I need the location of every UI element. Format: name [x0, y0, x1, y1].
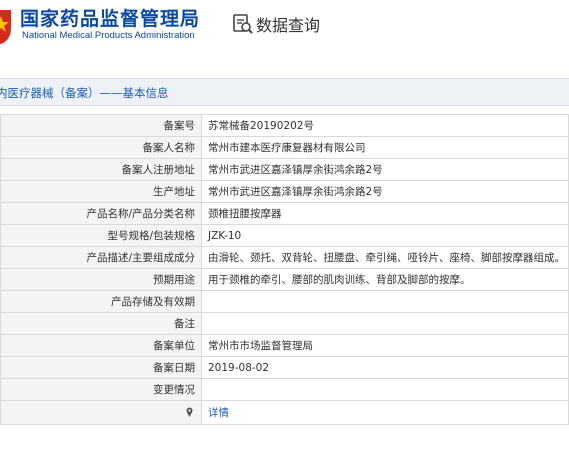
field-value: 详情 [201, 400, 569, 425]
table-row: 备注 [0, 312, 569, 335]
field-label: 产品描述/主要组成成分 [0, 246, 202, 269]
field-value [201, 312, 569, 335]
agency-name-en[interactable]: National Medical Products Administration [22, 30, 195, 41]
record-detail-table: 备案号 苏常械备20190202号 备案人名称 常州市建本医疗康复器材有限公司 … [0, 114, 569, 425]
table-row: 产品名称/产品分类名称 颈椎扭腰按摩器 [0, 202, 569, 225]
national-emblem-icon [0, 10, 11, 44]
field-label: 型号规格/包装规格 [0, 224, 202, 247]
field-value: 常州市市场监督管理局 [201, 334, 569, 357]
field-label: 备案人注册地址 [0, 158, 202, 181]
field-value: 用于颈椎的牵引、腰部的肌肉训练、背部及脚部的按摩。 [201, 268, 569, 291]
field-value: 常州市建本医疗康复器材有限公司 [201, 136, 569, 159]
field-value [201, 290, 569, 313]
field-value: 2019-08-02 [201, 356, 569, 379]
field-label: 备注 [0, 312, 202, 335]
field-label: 生产地址 [0, 180, 202, 203]
table-row: 备案人名称 常州市建本医疗康复器材有限公司 [0, 136, 569, 159]
field-label [0, 400, 202, 425]
section-header: 内医疗器械（备案）——基本信息 [0, 78, 569, 106]
location-pin-icon [186, 407, 193, 417]
table-row: 产品描述/主要组成成分 由滑轮、颈托、双背轮、扭腰盘、牵引绳、哑铃片、座椅、脚部… [0, 246, 569, 269]
field-label: 备案日期 [0, 356, 202, 379]
data-query-title[interactable]: 数据查询 [256, 12, 320, 36]
field-label: 备案单位 [0, 334, 202, 357]
field-value: 常州市武进区嘉泽镇厚余街鸿余路2号 [201, 180, 569, 203]
section-title: 内医疗器械（备案）——基本信息 [0, 86, 169, 100]
table-row: 备案单位 常州市市场监督管理局 [0, 334, 569, 357]
table-row: 生产地址 常州市武进区嘉泽镇厚余街鸿余路2号 [0, 180, 569, 203]
table-row: 备案日期 2019-08-02 [0, 356, 569, 379]
document-search-icon [233, 14, 253, 34]
table-row: 预期用途 用于颈椎的牵引、腰部的肌肉训练、背部及脚部的按摩。 [0, 268, 569, 291]
table-row: 详情 [0, 400, 569, 425]
table-row: 型号规格/包装规格 JZK-10 [0, 224, 569, 247]
field-label: 产品存储及有效期 [0, 290, 202, 313]
field-label: 产品名称/产品分类名称 [0, 202, 202, 225]
site-header: 国家药品监督管理局 National Medical Products Admi… [0, 0, 569, 56]
detail-link[interactable]: 详情 [208, 407, 229, 419]
field-value [201, 378, 569, 401]
field-value: 颈椎扭腰按摩器 [201, 202, 569, 225]
field-value: 苏常械备20190202号 [201, 114, 569, 137]
table-row: 备案号 苏常械备20190202号 [0, 114, 569, 137]
field-label: 预期用途 [0, 268, 202, 291]
table-row: 备案人注册地址 常州市武进区嘉泽镇厚余街鸿余路2号 [0, 158, 569, 181]
field-value: 由滑轮、颈托、双背轮、扭腰盘、牵引绳、哑铃片、座椅、脚部按摩器组成。 [201, 246, 569, 269]
field-label: 备案人名称 [0, 136, 202, 159]
field-value: 常州市武进区嘉泽镇厚余街鸿余路2号 [201, 158, 569, 181]
field-label: 变更情况 [0, 378, 202, 401]
field-value: JZK-10 [201, 224, 569, 247]
table-row: 变更情况 [0, 378, 569, 401]
agency-name-cn[interactable]: 国家药品监督管理局 [20, 4, 200, 31]
table-row: 产品存储及有效期 [0, 290, 569, 313]
field-label: 备案号 [0, 114, 202, 137]
